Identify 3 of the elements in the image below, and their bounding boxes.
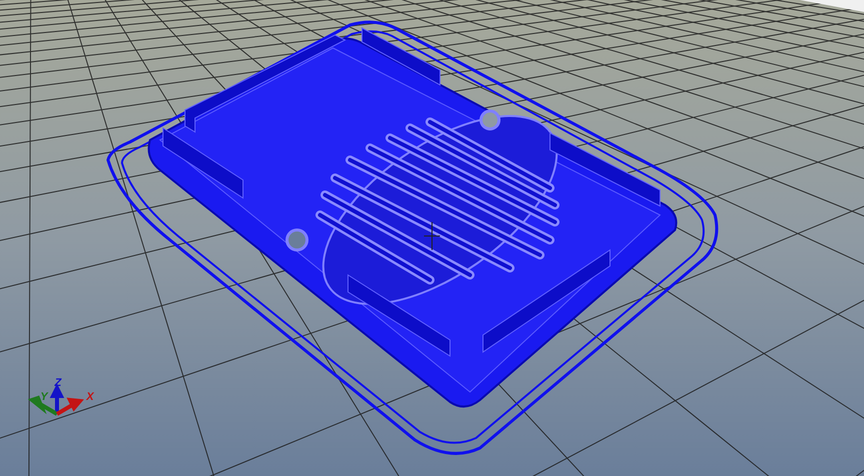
axis-label: X <box>86 391 94 403</box>
corner-patch <box>800 0 864 12</box>
axis-label: Y <box>40 391 48 403</box>
